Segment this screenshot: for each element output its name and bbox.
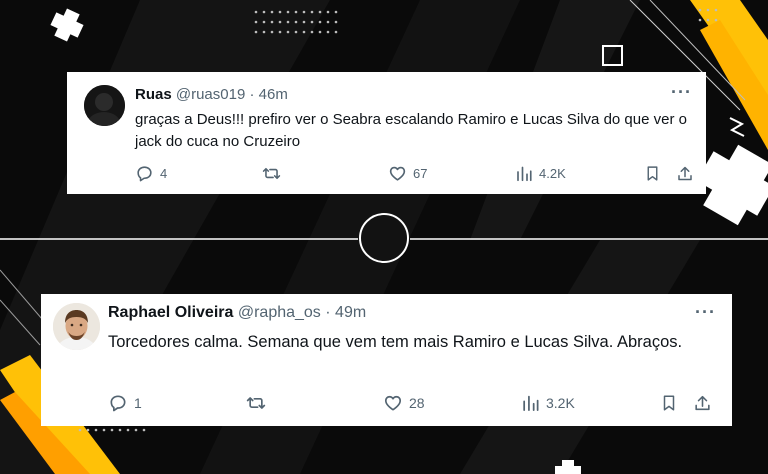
like-icon: [384, 395, 402, 411]
like-count: 67: [413, 166, 428, 181]
reply-button[interactable]: 4: [135, 164, 167, 183]
like-count: 28: [409, 395, 425, 411]
retweet-button[interactable]: [261, 164, 282, 183]
like-icon: [389, 166, 406, 181]
tweet-header: Raphael Oliveira @rapha_os · 49m: [108, 304, 366, 322]
separator: ·: [249, 86, 255, 103]
views-icon: [517, 166, 532, 182]
bookmark-button[interactable]: [660, 393, 678, 413]
reply-count: 1: [134, 395, 142, 411]
retweet-icon: [262, 167, 281, 180]
more-options-icon[interactable]: ···: [671, 82, 692, 103]
share-button[interactable]: [676, 164, 694, 183]
tweet-header: Ruas @ruas019 · 46m: [135, 86, 288, 104]
author-name[interactable]: Ruas: [135, 86, 172, 103]
reply-button[interactable]: 1: [108, 393, 142, 413]
timestamp[interactable]: 49m: [335, 304, 366, 321]
author-handle[interactable]: @ruas019: [176, 86, 245, 103]
like-button[interactable]: 67: [388, 164, 427, 183]
reply-icon: [110, 395, 126, 412]
bookmark-icon: [663, 395, 675, 411]
tweet-card[interactable]: Ruas @ruas019 · 46m ··· graças a Deus!!!…: [67, 72, 706, 194]
more-options-icon[interactable]: ···: [695, 302, 716, 323]
share-icon: [678, 166, 692, 181]
views-button[interactable]: 3.2K: [521, 393, 575, 413]
share-icon: [695, 395, 710, 411]
retweet-button[interactable]: [245, 393, 267, 413]
avatar[interactable]: [53, 303, 100, 350]
avatar[interactable]: [84, 85, 125, 126]
bookmark-icon: [647, 166, 658, 181]
like-button[interactable]: 28: [383, 393, 425, 413]
reply-icon: [137, 166, 152, 182]
views-count: 4.2K: [539, 166, 566, 181]
author-name[interactable]: Raphael Oliveira: [108, 304, 233, 321]
tweet-card[interactable]: Raphael Oliveira @rapha_os · 49m ··· Tor…: [41, 294, 732, 426]
timestamp[interactable]: 46m: [259, 86, 288, 103]
views-icon: [523, 395, 539, 411]
separator: ·: [325, 304, 331, 321]
retweet-icon: [246, 397, 266, 409]
bookmark-button[interactable]: [644, 164, 661, 183]
views-count: 3.2K: [546, 395, 575, 411]
share-button[interactable]: [693, 393, 712, 413]
tweet-text: graças a Deus!!! prefiro ver o Seabra es…: [135, 111, 687, 150]
reply-count: 4: [160, 166, 168, 181]
views-button[interactable]: 4.2K: [515, 164, 566, 183]
tweet-text: Torcedores calma. Semana que vem tem mai…: [108, 333, 683, 351]
author-handle[interactable]: @rapha_os: [238, 304, 321, 321]
